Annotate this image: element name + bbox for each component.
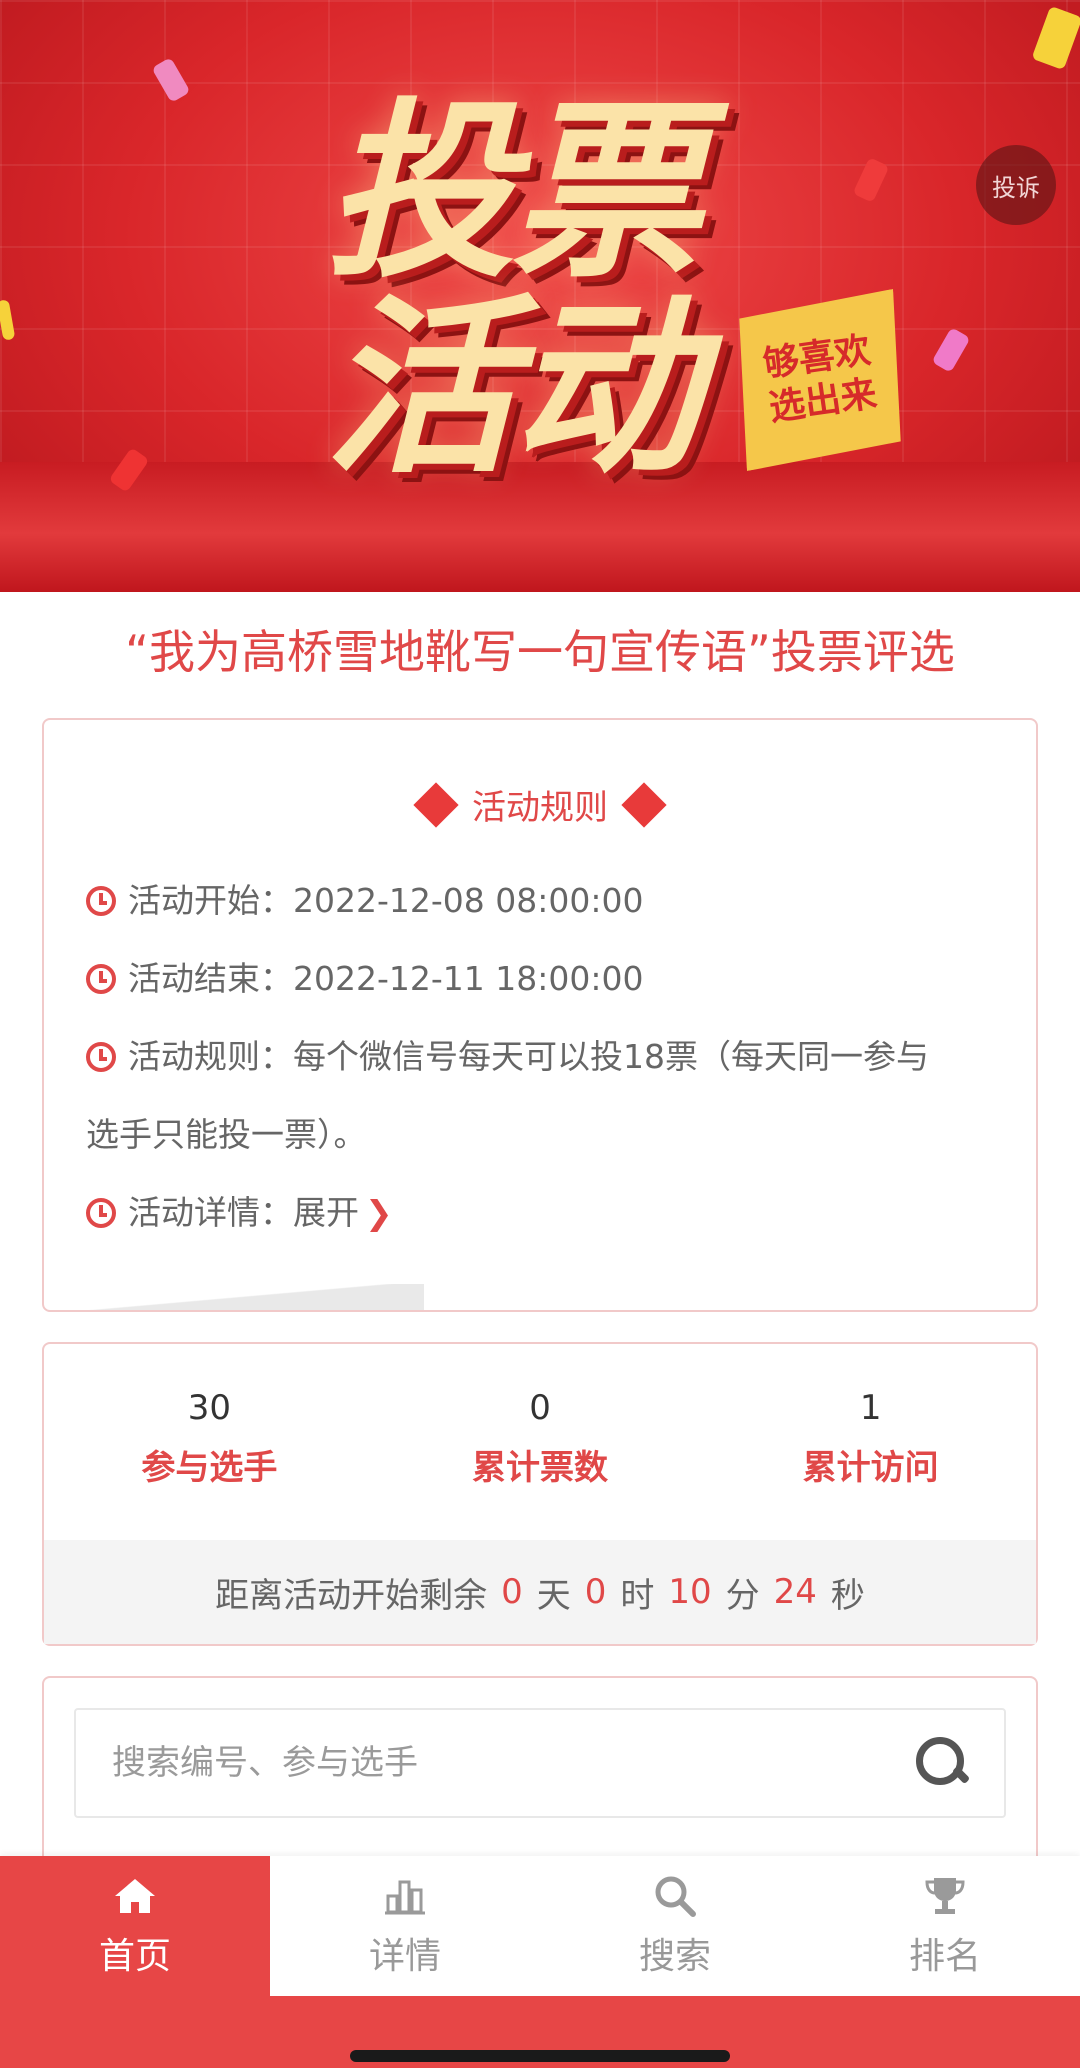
nav-item-search[interactable]: 搜索 xyxy=(540,1856,810,1996)
countdown: 距离活动开始剩余 0 天 0 时 10 分 24 秒 xyxy=(44,1540,1036,1644)
search-box[interactable] xyxy=(74,1708,1006,1818)
countdown-prefix: 距离活动开始剩余 xyxy=(215,1575,488,1616)
stat-votes: 0 累计票数 xyxy=(375,1384,706,1504)
complain-button[interactable]: 投诉 xyxy=(976,145,1056,225)
countdown-hours: 0 xyxy=(584,1572,607,1612)
clock-icon xyxy=(86,1042,116,1072)
stat-visits-count: 1 xyxy=(859,1388,882,1428)
search-input[interactable] xyxy=(112,1743,916,1783)
stat-participants-label: 参与选手 xyxy=(141,1448,278,1488)
rule-voting-continued: 选手只能投一票）。 xyxy=(86,1115,367,1154)
nav-item-ranking[interactable]: 排名 xyxy=(810,1856,1080,1996)
clock-icon xyxy=(86,1198,116,1228)
nav-label-home: 首页 xyxy=(98,1936,171,1977)
card-curl xyxy=(44,1284,424,1310)
search-icon xyxy=(653,1873,697,1919)
search-icon[interactable] xyxy=(916,1737,968,1789)
clock-icon xyxy=(86,964,116,994)
stat-votes-label: 累计票数 xyxy=(472,1448,608,1488)
rule-details[interactable]: 活动详情：展开 ❯ xyxy=(86,1174,994,1252)
home-icon xyxy=(113,1873,157,1919)
rule-start-text: 活动开始：2022-12-08 08:00:00 xyxy=(128,881,644,920)
trophy-icon xyxy=(923,1873,967,1919)
stat-votes-count: 0 xyxy=(529,1388,551,1428)
rule-end-text: 活动结束：2022-12-11 18:00:00 xyxy=(128,959,644,998)
banner-title-line1: 投票 xyxy=(325,82,701,303)
nav-label-ranking: 排名 xyxy=(908,1936,981,1977)
rules-heading-label: 活动规则 xyxy=(472,788,608,828)
countdown-seconds: 24 xyxy=(773,1572,817,1612)
rules-card: 活动规则 活动开始：2022-12-08 08:00:00 活动结束：2022-… xyxy=(42,718,1038,1312)
clock-icon xyxy=(86,886,116,916)
rule-end: 活动结束：2022-12-11 18:00:00 xyxy=(86,940,994,1018)
rules-heading: 活动规则 xyxy=(44,780,1036,829)
banner-badge: 够喜欢选出来 xyxy=(725,289,916,471)
nav-item-details[interactable]: 详情 xyxy=(270,1856,540,1996)
stats-row: 30 参与选手 0 累计票数 1 累计访问 xyxy=(44,1384,1036,1504)
stat-participants-count: 30 xyxy=(187,1388,231,1428)
chevron-right-icon[interactable]: ❯ xyxy=(365,1193,393,1232)
diamond-icon xyxy=(621,781,667,828)
diamond-icon xyxy=(413,781,459,828)
countdown-seconds-unit: 秒 xyxy=(830,1575,865,1616)
rule-voting: 活动规则：每个微信号每天可以投18票（每天同一参与 xyxy=(86,1018,994,1096)
banner-title: 投票 活动 xyxy=(325,95,775,487)
chart-icon xyxy=(383,1873,427,1919)
rule-start: 活动开始：2022-12-08 08:00:00 xyxy=(86,862,994,940)
nav-label-details: 详情 xyxy=(368,1936,441,1977)
home-indicator[interactable] xyxy=(350,2050,730,2062)
bottom-nav: 首页 详情 搜索 排名 xyxy=(0,1856,1080,1996)
countdown-hours-unit: 时 xyxy=(620,1575,655,1616)
rule-details-text[interactable]: 活动详情：展开 xyxy=(128,1193,359,1232)
stat-visits-label: 累计访问 xyxy=(802,1448,939,1488)
countdown-days-unit: 天 xyxy=(536,1575,571,1616)
stat-visits: 1 累计访问 xyxy=(705,1384,1036,1504)
banner: 投票 活动 够喜欢选出来 投诉 xyxy=(0,0,1080,592)
banner-title-line2: 活动 xyxy=(325,278,701,499)
banner-badge-text: 够喜欢选出来 xyxy=(760,329,880,430)
countdown-days: 0 xyxy=(501,1572,523,1612)
countdown-minutes-unit: 分 xyxy=(725,1575,760,1616)
stat-participants: 30 参与选手 xyxy=(44,1384,375,1504)
nav-item-home[interactable]: 首页 xyxy=(0,1856,270,1996)
stats-card: 30 参与选手 0 累计票数 1 累计访问 距离活动开始剩余 0 天 0 时 1… xyxy=(42,1342,1038,1646)
event-title: “我为高桥雪地靴写一句宣传语”投票评选 xyxy=(125,625,955,679)
rule-voting-text: 活动规则：每个微信号每天可以投18票（每天同一参与 xyxy=(128,1037,929,1076)
nav-label-search: 搜索 xyxy=(638,1936,711,1977)
countdown-minutes: 10 xyxy=(668,1572,712,1612)
